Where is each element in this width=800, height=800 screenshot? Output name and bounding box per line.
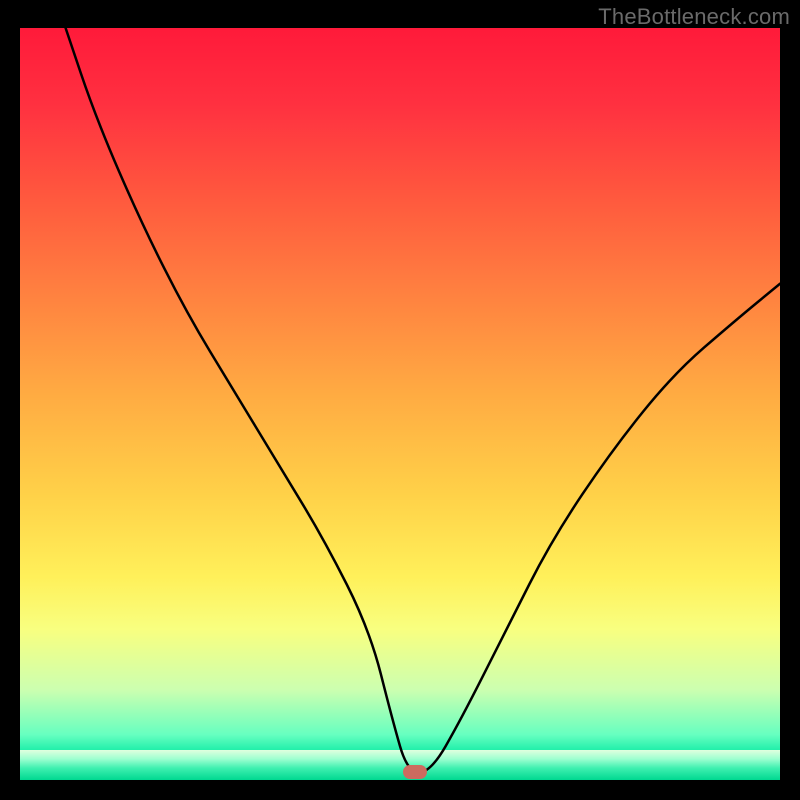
plot-area	[20, 28, 780, 780]
chart-frame: TheBottleneck.com	[0, 0, 800, 800]
bottleneck-curve-path	[66, 28, 780, 773]
curve-svg	[20, 28, 780, 780]
watermark-text: TheBottleneck.com	[598, 4, 790, 30]
optimal-marker	[403, 765, 427, 779]
